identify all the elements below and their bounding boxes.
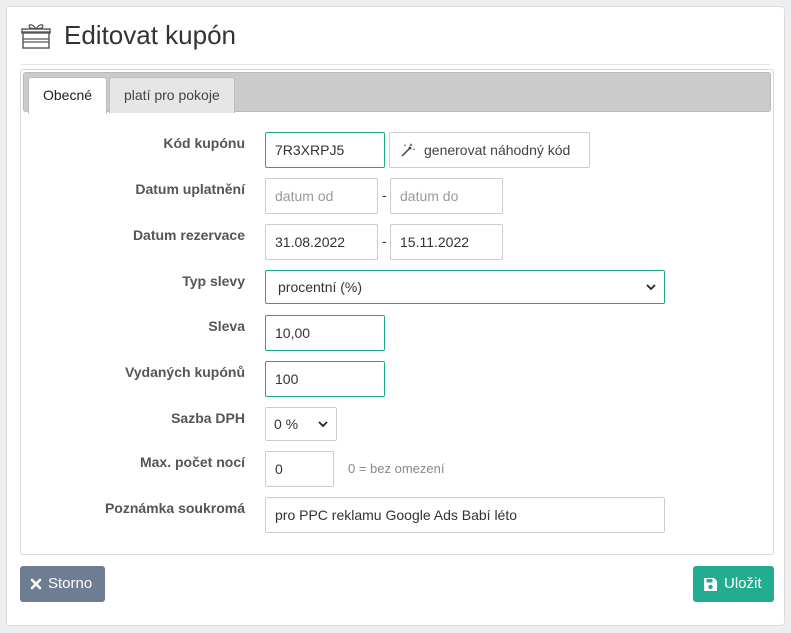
max-nights-label: Max. počet nocí bbox=[139, 454, 245, 470]
tab-bar: Obecné platí pro pokoje bbox=[23, 72, 771, 114]
generate-code-button[interactable]: generovat náhodný kód bbox=[389, 132, 590, 168]
vat-rate-label: Sazba DPH bbox=[171, 410, 245, 426]
row-poznamka: Poznámka soukromá pro PPC reklamu Google… bbox=[21, 497, 773, 533]
magic-wand-icon bbox=[401, 143, 415, 157]
discount-type-label: Typ slevy bbox=[182, 273, 245, 289]
issued-coupons-label: Vydaných kupónů bbox=[124, 364, 245, 380]
tab-obecne[interactable]: Obecné bbox=[28, 77, 108, 114]
redeem-date-from-input[interactable]: datum od bbox=[265, 178, 378, 214]
discount-label: Sleva bbox=[208, 318, 245, 334]
cancel-button[interactable]: Storno bbox=[20, 566, 105, 602]
tab-plati-pro-pokoje[interactable]: platí pro pokoje bbox=[109, 77, 235, 113]
max-nights-hint: 0 = bez omezení bbox=[348, 461, 445, 476]
form-panel: Obecné platí pro pokoje Kód kupónu 7R3XR… bbox=[20, 69, 774, 555]
discount-input[interactable]: 10,00 bbox=[265, 315, 385, 351]
chevron-down-icon bbox=[646, 284, 656, 291]
edit-coupon-dialog: Editovat kupón Obecné platí pro pokoje K… bbox=[6, 6, 785, 626]
chevron-down-icon bbox=[318, 421, 328, 428]
row-datum-uplatneni: Datum uplatnění datum od - datum do bbox=[21, 178, 773, 214]
save-icon bbox=[704, 577, 717, 591]
gift-icon bbox=[21, 24, 51, 49]
vat-rate-value: 0 % bbox=[274, 416, 299, 432]
row-vydanych: Vydaných kupónů 100 bbox=[21, 361, 773, 397]
discount-type-value: procentní (%) bbox=[278, 279, 363, 295]
save-button[interactable]: Uložit bbox=[693, 566, 774, 602]
cancel-label: Storno bbox=[48, 575, 93, 592]
reservation-date-label: Datum rezervace bbox=[132, 227, 245, 243]
date-separator: - bbox=[382, 187, 387, 203]
date-separator: - bbox=[382, 233, 387, 249]
row-datum-rezervace: Datum rezervace 31.08.2022 - 15.11.2022 bbox=[21, 224, 773, 260]
row-max-noci: Max. počet nocí 0 0 = bez omezení bbox=[21, 451, 773, 487]
max-nights-input[interactable]: 0 bbox=[265, 451, 334, 487]
private-note-label: Poznámka soukromá bbox=[104, 500, 245, 516]
coupon-code-input[interactable]: 7R3XRPJ5 bbox=[265, 132, 385, 168]
issued-coupons-input[interactable]: 100 bbox=[265, 361, 385, 397]
row-sazba-dph: Sazba DPH 0 % bbox=[21, 407, 773, 443]
discount-type-select[interactable]: procentní (%) bbox=[265, 270, 665, 304]
save-label: Uložit bbox=[724, 575, 762, 592]
close-icon bbox=[30, 578, 42, 590]
vat-rate-select[interactable]: 0 % bbox=[265, 407, 337, 441]
private-note-input[interactable]: pro PPC reklamu Google Ads Babí léto bbox=[265, 497, 665, 533]
reservation-date-to-input[interactable]: 15.11.2022 bbox=[390, 224, 503, 260]
coupon-code-label: Kód kupónu bbox=[163, 135, 245, 151]
page-title: Editovat kupón bbox=[64, 20, 237, 50]
row-typ-slevy: Typ slevy procentní (%) bbox=[21, 270, 773, 306]
redeem-date-to-input[interactable]: datum do bbox=[390, 178, 503, 214]
generate-code-label: generovat náhodný kód bbox=[424, 142, 571, 158]
row-kod: Kód kupónu 7R3XRPJ5 generovat náhodný kó… bbox=[21, 132, 773, 168]
redeem-date-label: Datum uplatnění bbox=[135, 181, 245, 197]
dialog-header: Editovat kupón bbox=[21, 19, 770, 65]
row-sleva: Sleva 10,00 bbox=[21, 315, 773, 351]
reservation-date-from-input[interactable]: 31.08.2022 bbox=[265, 224, 378, 260]
